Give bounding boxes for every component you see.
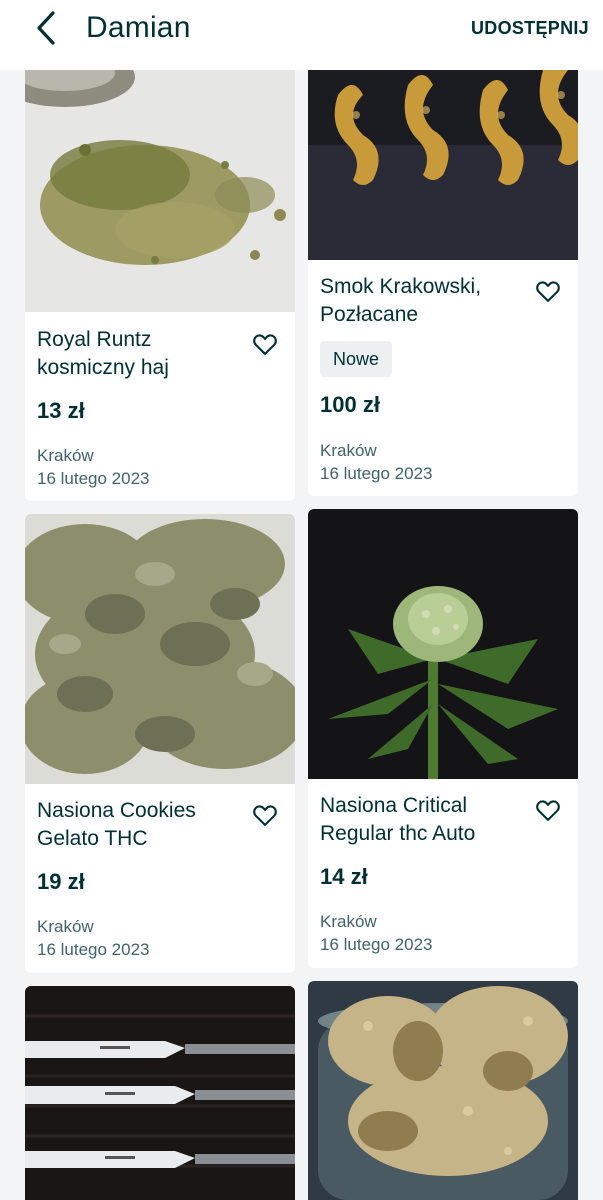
back-button[interactable] xyxy=(28,10,64,46)
listing-date: 16 lutego 2023 xyxy=(37,469,150,488)
listing-photo xyxy=(308,509,578,779)
listing-photo xyxy=(308,981,578,1200)
listing-price: 14 zł xyxy=(320,864,368,889)
listing-location: Kraków xyxy=(320,441,377,460)
listing-card[interactable]: Nasiona Cookies Gelato THC 19 zł Kraków … xyxy=(25,514,295,973)
listing-date: 16 lutego 2023 xyxy=(37,940,150,959)
condition-badge: Nowe xyxy=(320,341,393,377)
listing-title: Nasiona Critical Regular thc Auto xyxy=(320,794,476,845)
listing-date: 16 lutego 2023 xyxy=(320,935,433,954)
listing-photo xyxy=(25,514,295,784)
heart-icon[interactable] xyxy=(534,796,562,824)
listing-photo xyxy=(308,55,578,260)
listing-location: Kraków xyxy=(320,912,377,931)
listing-card[interactable]: Nasiona Critical Regular thc Auto 14 zł … xyxy=(308,509,578,968)
chevron-left-icon xyxy=(37,11,55,45)
heart-icon[interactable] xyxy=(251,330,279,358)
listing-card[interactable]: Royal Runtz kosmiczny haj 13 zł Kraków 1… xyxy=(25,55,295,501)
listing-title: Nasiona Cookies Gelato THC xyxy=(37,799,196,850)
listing-card[interactable] xyxy=(308,981,578,1200)
page-title: Damian xyxy=(86,11,191,44)
listing-photo xyxy=(25,55,295,312)
heart-icon[interactable] xyxy=(534,277,562,305)
listing-price: 13 zł xyxy=(37,398,85,423)
listing-location: Kraków xyxy=(37,917,94,936)
listing-card[interactable]: Smok Krakowski, Pozłacane Nowe 100 zł Kr… xyxy=(308,55,578,496)
listing-price: 100 zł xyxy=(320,392,380,417)
listing-title: Royal Runtz kosmiczny haj xyxy=(37,328,169,379)
listing-card[interactable] xyxy=(25,986,295,1200)
top-app-bar: Damian UDOSTĘPNIJ xyxy=(0,0,603,70)
share-button[interactable]: UDOSTĘPNIJ xyxy=(471,16,589,40)
listing-title: Smok Krakowski, Pozłacane xyxy=(320,275,482,326)
listing-price: 19 zł xyxy=(37,869,85,894)
listing-date: 16 lutego 2023 xyxy=(320,464,433,483)
heart-icon[interactable] xyxy=(251,801,279,829)
listing-photo xyxy=(25,986,295,1200)
listing-location: Kraków xyxy=(37,446,94,465)
